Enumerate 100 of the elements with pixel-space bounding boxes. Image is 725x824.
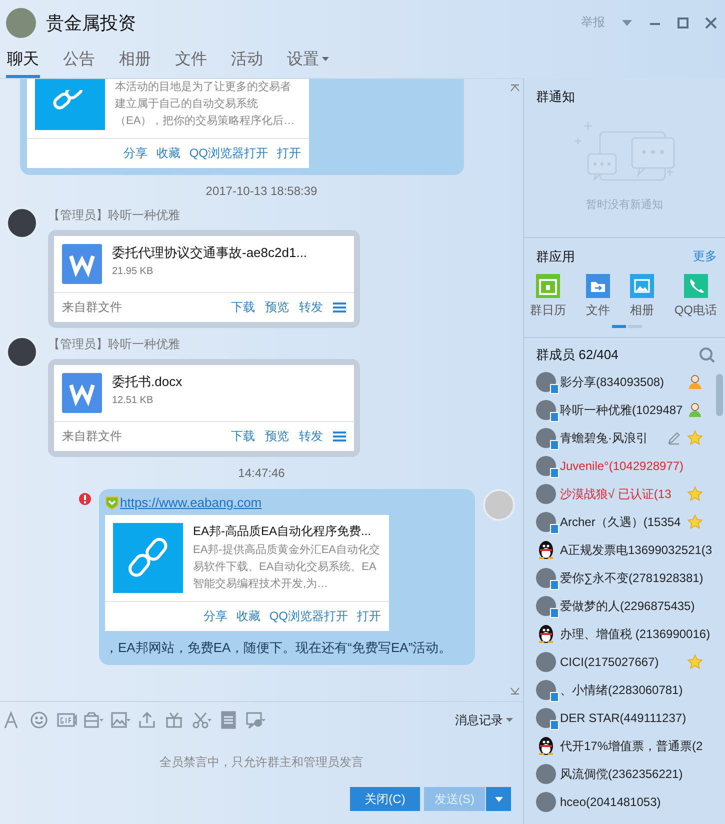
upload-icon[interactable] (138, 711, 158, 729)
scrollbar-thumb[interactable] (716, 374, 723, 416)
member-item[interactable]: Archer（久遇）(15354 (536, 508, 715, 536)
file-source: 来自群文件 (62, 428, 122, 445)
search-icon[interactable] (699, 347, 715, 363)
member-item[interactable]: 、小情绪(2283060781) (536, 676, 715, 704)
file-size: 12.51 KB (112, 395, 154, 406)
member-item[interactable]: 爱你∑永不变(2781928381) (536, 564, 715, 592)
calendar-icon (536, 274, 560, 298)
tab[interactable]: 设置 (286, 45, 330, 78)
send-options-button[interactable] (486, 787, 511, 811)
gift-icon[interactable] (165, 711, 185, 729)
file-card[interactable]: 委托代理协议交通事故-ae8c2d1... 21.95 KB 来自群文件 下载 预览 转发 (54, 236, 354, 322)
member-item[interactable]: A正规发票电13699032521(3 (536, 536, 715, 564)
window-title: 贵金属投资 (46, 12, 136, 34)
member-name: 风流倜傥(2362356221) (560, 766, 683, 782)
url-link[interactable]: https://www.eabang.com (120, 495, 262, 510)
scissors-icon[interactable] (192, 711, 212, 729)
member-name: 沙漠战狼√ 已认证(13 (560, 486, 672, 502)
member-item[interactable]: 风流倜傥(2362356221) (536, 760, 715, 788)
close-icon[interactable] (705, 16, 717, 28)
link-action[interactable]: 打开 (357, 608, 381, 625)
scroll-up-icon[interactable] (510, 84, 520, 92)
app-item[interactable]: QQ电话 (674, 274, 717, 319)
avatar (536, 764, 556, 784)
file-action[interactable]: 转发 (299, 428, 323, 445)
member-name: 青蟾碧兔·风浪引 (560, 430, 648, 446)
member-name: 办理、增值税 (2136990016) (560, 626, 710, 642)
close-button[interactable]: 关闭(C) (350, 787, 420, 811)
link-action[interactable]: 分享 (123, 145, 148, 162)
app-item[interactable]: 文件 (586, 274, 610, 319)
member-item[interactable]: 影分享(834093508) (536, 368, 715, 396)
empty-notice-text: 暂时没有新通知 (586, 198, 663, 212)
maximize-icon[interactable] (677, 16, 689, 28)
app-item[interactable]: 相册 (630, 274, 654, 319)
member-item[interactable]: 爱做梦的人(2296875435) (536, 592, 715, 620)
scroll-down-icon[interactable] (510, 687, 520, 695)
member-name: Archer（久遇）(15354 (560, 514, 681, 530)
more-link[interactable]: 更多 (693, 248, 717, 266)
member-item[interactable]: 办理、增值税 (2136990016) (536, 620, 715, 648)
tab[interactable]: 活动 (230, 45, 264, 78)
timestamp: 2017-10-13 18:58:39 (204, 184, 318, 198)
file-action[interactable]: 下载 (231, 428, 255, 445)
member-name: 爱你∑永不变(2781928381) (560, 570, 704, 586)
member-name: 聆听一种优雅(1029487 (560, 402, 683, 418)
error-icon[interactable] (79, 493, 91, 505)
avatar (536, 652, 556, 672)
member-item[interactable]: hceo(2041481053) (536, 788, 715, 816)
caret-icon[interactable] (322, 57, 329, 62)
link-description: 本活动的目地是为了让更多的交易者建立属于自己的自动交易系统（EA），把你的交易策略程序化后… (115, 80, 296, 129)
file-card[interactable]: 委托书.docx 12.51 KB 来自群文件 下载 预览 转发 (54, 365, 354, 451)
member-item[interactable]: 聆听一种优雅(1029487 (536, 396, 715, 424)
link-action[interactable]: 打开 (277, 145, 301, 162)
file-name: 委托书.docx (112, 373, 182, 391)
chat-icon[interactable] (246, 711, 266, 729)
caret-icon[interactable] (621, 18, 633, 26)
message-history-button[interactable]: 消息记录 (455, 712, 513, 728)
link-action[interactable]: 收藏 (156, 145, 180, 162)
member-name: A正规发票电13699032521(3 (560, 542, 712, 558)
member-item[interactable]: Juvenile°(1042928977) (536, 452, 715, 480)
image-icon[interactable] (111, 711, 131, 729)
tab[interactable]: 公告 (62, 45, 96, 78)
group-avatar (6, 8, 36, 38)
member-item[interactable]: 沙漠战狼√ 已认证(13 (536, 480, 715, 508)
member-item[interactable]: 代开17%增值票，普通票(2 (536, 732, 715, 760)
tab[interactable]: 相册 (118, 45, 152, 78)
member-item[interactable]: CICI(2175027667) (536, 648, 715, 676)
word-document-icon (62, 244, 102, 284)
pencil-icon[interactable] (667, 431, 681, 445)
member-name: 代开17%增值票，普通票(2 (560, 738, 703, 754)
gif-icon[interactable] (57, 711, 77, 729)
shield-icon (105, 496, 119, 510)
app-item[interactable]: 群日历 (530, 274, 566, 319)
menu-icon[interactable] (333, 302, 346, 313)
page-indicator[interactable] (612, 325, 626, 328)
file-action[interactable]: 下载 (231, 299, 255, 316)
member-name: Juvenile°(1042928977) (560, 459, 684, 473)
link-action[interactable]: 分享 (203, 608, 228, 625)
file-action[interactable]: 预览 (265, 428, 289, 445)
avatar[interactable] (6, 336, 38, 368)
file-action[interactable]: 预览 (265, 299, 289, 316)
link-title: EA邦-高品质EA自动化程序免费... (193, 523, 372, 540)
tab[interactable]: 文件 (174, 45, 208, 78)
word-document-icon (62, 373, 102, 413)
link-description: EA邦-提供高品质黄金外汇EA自动化交易软件下载、EA自动化交易系统、EA智能交易编程技术开发,为… (193, 542, 381, 592)
member-item[interactable]: DER STAR(449111237) (536, 704, 715, 732)
file-action[interactable]: 转发 (299, 299, 323, 316)
link-action[interactable]: QQ浏览器打开 (269, 608, 348, 625)
member-item[interactable]: 青蟾碧兔·风浪引 (536, 424, 715, 452)
link-card[interactable]: EA邦-高品质EA自动化程序免费... EA邦-提供高品质黄金外汇EA自动化交易软件下载、EA自动化交易系统、EA智能交易编程技术开发,为… 分享 收藏 QQ浏览器打开 打开 (105, 515, 389, 631)
sender-name: 【管理员】聆听一种优雅 (48, 207, 181, 224)
document-icon[interactable] (219, 711, 239, 729)
emoji-icon[interactable] (30, 711, 50, 729)
folder-icon (586, 274, 610, 298)
avatar[interactable] (6, 207, 38, 239)
caret-icon (506, 718, 513, 722)
link-action[interactable]: 收藏 (236, 608, 260, 625)
link-action[interactable]: QQ浏览器打开 (189, 145, 268, 162)
penguin-icon (536, 624, 556, 644)
menu-icon[interactable] (333, 431, 346, 442)
